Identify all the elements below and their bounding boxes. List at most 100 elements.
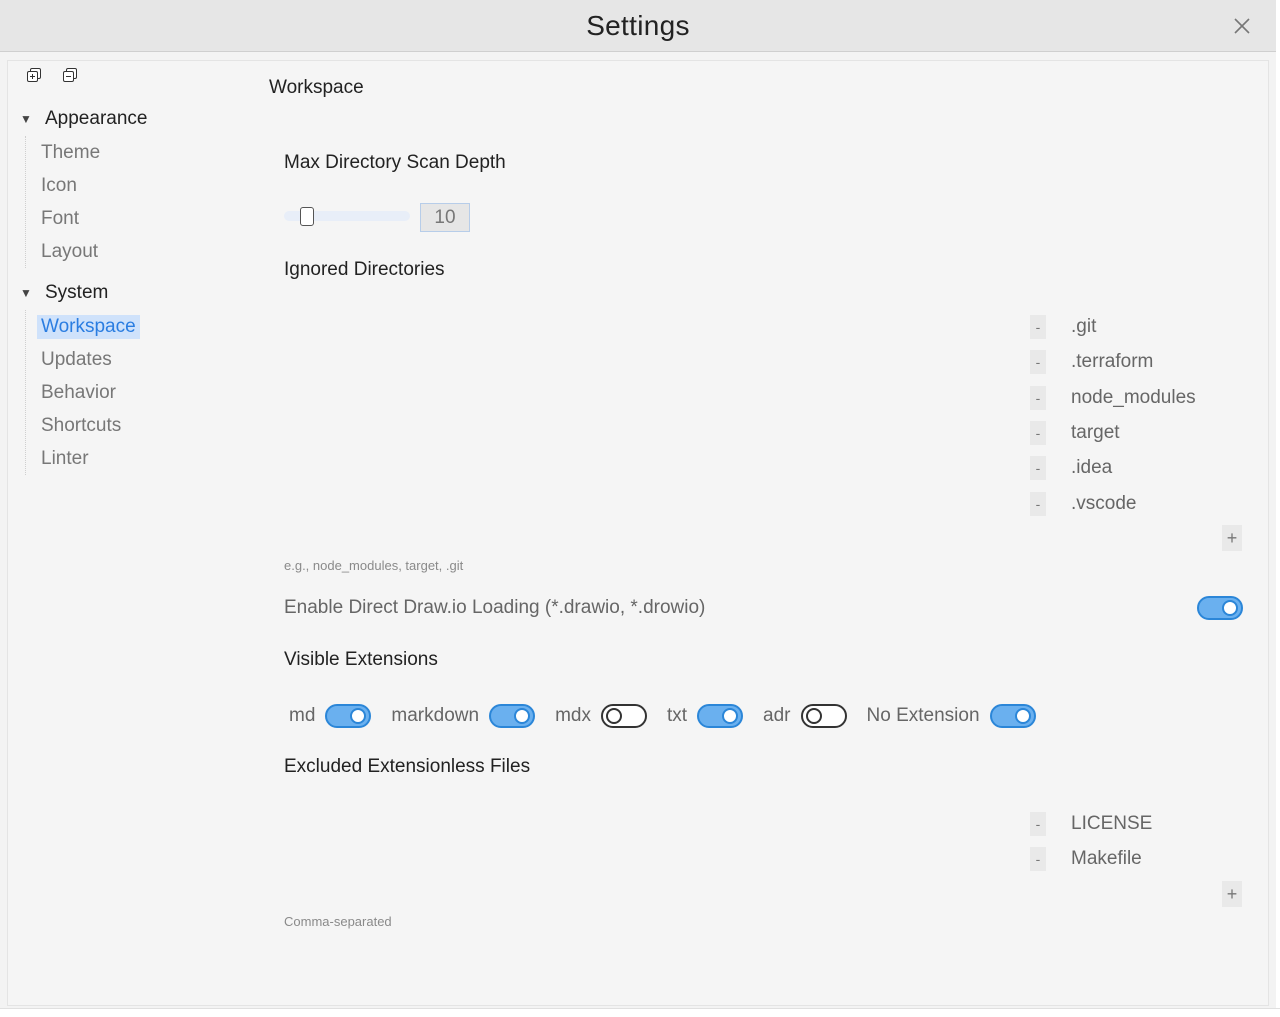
ext-label: txt — [666, 705, 688, 726]
toggle-knob — [722, 708, 739, 724]
ext-label: No Extension — [866, 705, 980, 726]
list-item: - .idea — [1030, 456, 1112, 480]
ignored-dir-name: .terraform — [1071, 351, 1154, 372]
remove-button[interactable]: - — [1030, 492, 1046, 516]
tree-group-appearance[interactable]: ▼ Appearance — [20, 102, 240, 136]
list-item: - .git — [1030, 315, 1096, 339]
add-directory-button[interactable]: + — [1222, 525, 1242, 551]
list-item: - .terraform — [1030, 350, 1153, 374]
toggle-knob — [805, 708, 822, 724]
sidebar-item-label: Linter — [41, 447, 89, 469]
sidebar-item-label: Theme — [41, 141, 101, 163]
sidebar-item-theme[interactable]: Theme — [41, 136, 240, 169]
ext-adr-toggle[interactable] — [800, 704, 847, 728]
scan-depth-value[interactable]: 10 — [420, 203, 470, 232]
ignored-dirs-hint: e.g., node_modules, target, .git — [284, 558, 464, 573]
ext-txt: txt — [666, 704, 744, 728]
drawio-label: Enable Direct Draw.io Loading (*.drawio,… — [284, 597, 706, 618]
toggle-knob — [1222, 600, 1238, 616]
excluded-files-label: Excluded Extensionless Files — [284, 756, 531, 777]
remove-button[interactable]: - — [1030, 315, 1046, 339]
add-file-button[interactable]: + — [1222, 881, 1242, 907]
ext-markdown: markdown — [391, 704, 536, 728]
collapse-all-icon[interactable] — [62, 67, 78, 83]
ignored-dir-name: node_modules — [1071, 387, 1196, 408]
tree-group-system[interactable]: ▼ System — [20, 276, 240, 310]
caret-down-icon: ▼ — [20, 112, 32, 126]
toggle-knob — [605, 708, 622, 724]
tree-group-label: System — [45, 282, 109, 303]
sidebar-item-label: Behavior — [41, 381, 116, 403]
toggle-knob — [1014, 708, 1031, 724]
toggle-knob — [514, 708, 531, 724]
visible-ext-row: md markdown mdx txt adr No Extension — [289, 702, 1056, 730]
list-item: - target — [1030, 421, 1120, 445]
ext-label: mdx — [555, 705, 591, 726]
sidebar-item-label: Layout — [41, 240, 99, 262]
excluded-file-name: LICENSE — [1071, 813, 1153, 834]
ext-no-extension: No Extension — [867, 704, 1036, 728]
sidebar-item-label: Updates — [41, 348, 112, 370]
remove-button[interactable]: - — [1030, 847, 1046, 871]
tree-group-label: Appearance — [45, 108, 148, 129]
sidebar-item-shortcuts[interactable]: Shortcuts — [41, 409, 240, 442]
ext-mdx-toggle[interactable] — [600, 704, 647, 728]
ext-mdx: mdx — [555, 704, 647, 728]
sidebar-item-label: Font — [41, 207, 80, 229]
ext-txt-toggle[interactable] — [697, 704, 744, 728]
drawio-toggle-wrap — [1197, 596, 1243, 620]
visible-ext-label: Visible Extensions — [284, 649, 438, 670]
sidebar-item-updates[interactable]: Updates — [41, 343, 240, 376]
excluded-file-name: Makefile — [1071, 848, 1142, 869]
tree-group-items: Theme Icon Font Layout — [25, 136, 240, 268]
sidebar-item-behavior[interactable]: Behavior — [41, 376, 240, 409]
list-item: - LICENSE — [1030, 812, 1152, 836]
ignored-dir-name: .vscode — [1071, 493, 1137, 514]
ext-label: md — [289, 705, 316, 726]
excluded-files-hint: Comma-separated — [284, 914, 392, 929]
ignored-dirs-label: Ignored Directories — [284, 259, 445, 280]
sidebar-item-icon[interactable]: Icon — [41, 169, 240, 202]
list-item: - node_modules — [1030, 386, 1196, 410]
sidebar-item-label: Shortcuts — [41, 414, 122, 436]
remove-button[interactable]: - — [1030, 350, 1046, 374]
sidebar-item-linter[interactable]: Linter — [41, 442, 240, 475]
window-edge-right — [1276, 0, 1280, 1017]
ext-markdown-toggle[interactable] — [489, 704, 536, 728]
ignored-dir-name: .idea — [1071, 457, 1113, 478]
close-icon — [1234, 18, 1250, 34]
expand-all-icon[interactable] — [26, 67, 42, 83]
sidebar-item-font[interactable]: Font — [41, 202, 240, 235]
sidebar-item-layout[interactable]: Layout — [41, 235, 240, 268]
remove-button[interactable]: - — [1030, 421, 1046, 445]
drawio-toggle[interactable] — [1197, 596, 1243, 620]
ext-md: md — [289, 704, 372, 728]
ext-label: adr — [763, 705, 791, 726]
close-button[interactable] — [1228, 12, 1256, 40]
ext-md-toggle[interactable] — [325, 704, 372, 728]
ext-label: markdown — [391, 705, 480, 726]
ext-no-extension-toggle[interactable] — [989, 704, 1036, 728]
ignored-dir-name: .git — [1071, 316, 1097, 337]
tree-toolbar — [26, 67, 78, 83]
sidebar-item-workspace[interactable]: Workspace — [37, 310, 240, 343]
scan-depth-label: Max Directory Scan Depth — [284, 152, 506, 173]
toggle-knob — [350, 708, 367, 724]
scan-depth-slider[interactable] — [284, 207, 410, 226]
sidebar-item-label: Workspace — [37, 314, 140, 339]
window-title: Settings — [586, 9, 690, 41]
list-item: - Makefile — [1030, 847, 1142, 871]
sidebar-item-label: Icon — [41, 174, 77, 196]
ignored-dir-name: target — [1071, 422, 1120, 443]
caret-down-icon: ▼ — [20, 286, 32, 300]
remove-button[interactable]: - — [1030, 456, 1046, 480]
ext-adr: adr — [763, 704, 847, 728]
remove-button[interactable]: - — [1030, 386, 1046, 410]
window-edge-bottom — [0, 1008, 1280, 1017]
title-bar: Settings — [0, 0, 1276, 52]
remove-button[interactable]: - — [1030, 812, 1046, 836]
section-title: Workspace — [269, 77, 364, 98]
settings-nav-tree: ▼ Appearance Theme Icon Font Layout ▼ Sy… — [20, 102, 240, 475]
list-item: - .vscode — [1030, 492, 1136, 516]
slider-thumb[interactable] — [299, 207, 314, 226]
